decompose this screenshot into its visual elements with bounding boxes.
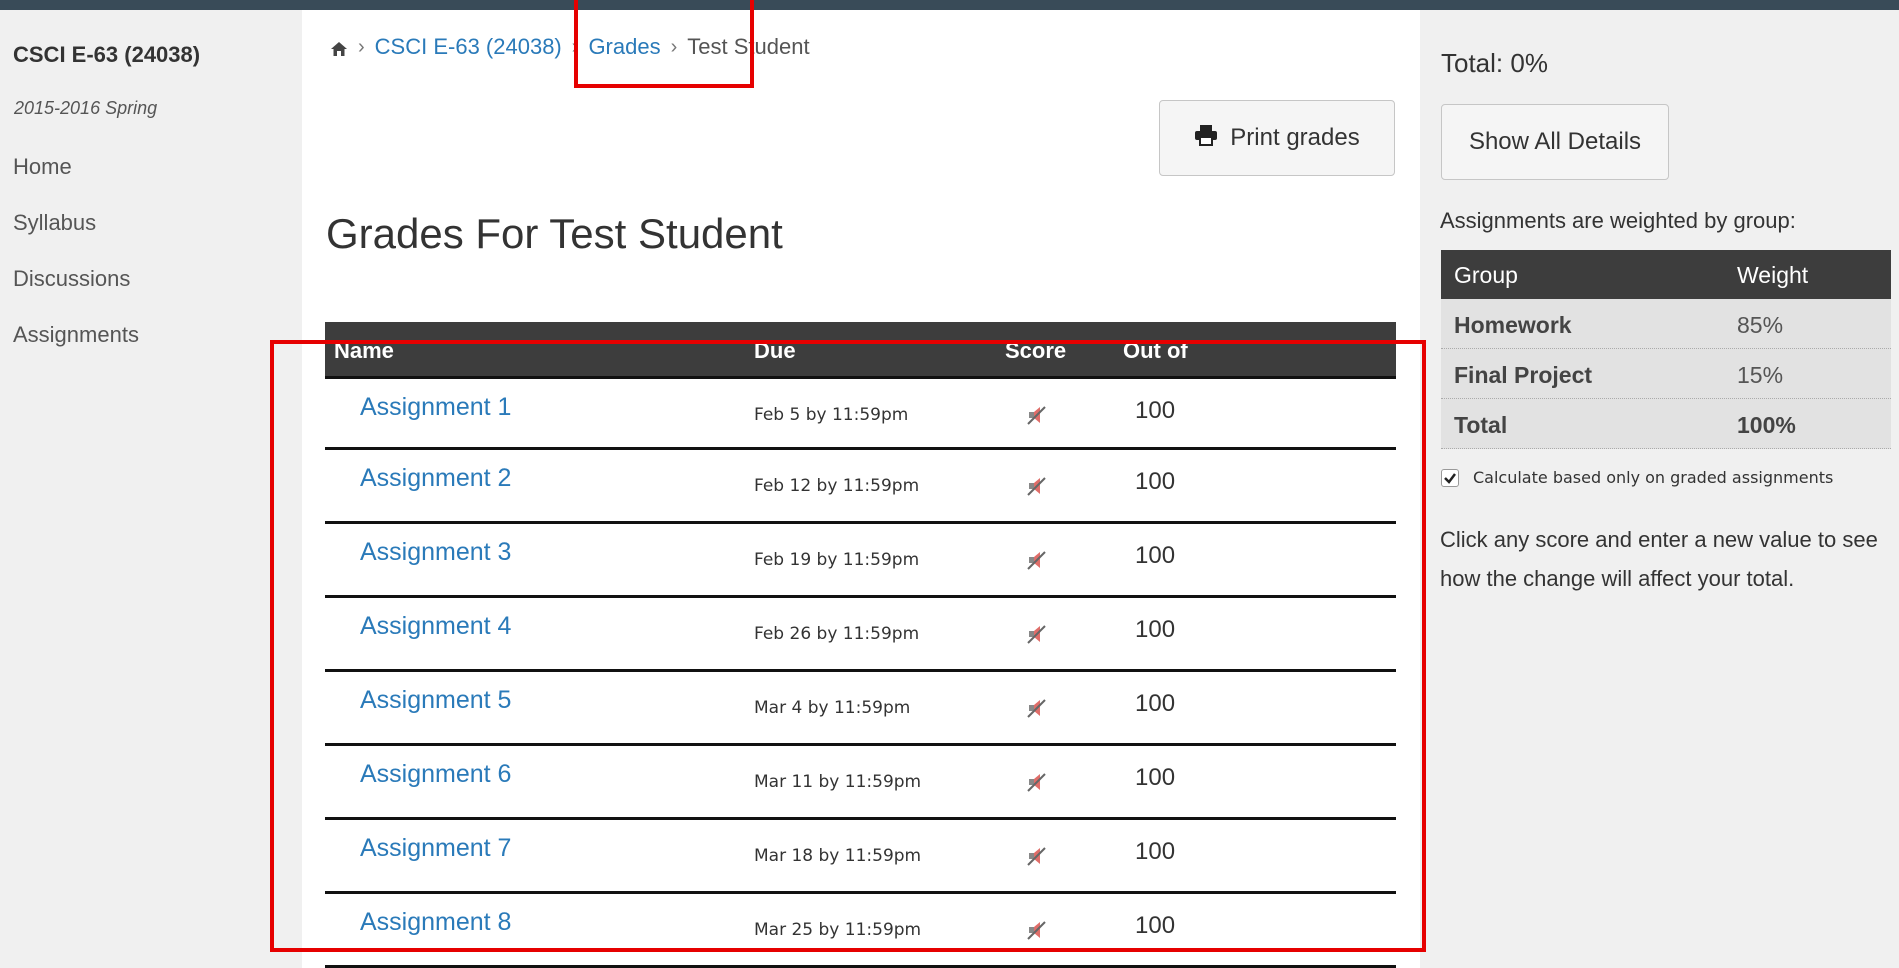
nav-item-discussions[interactable]: Discussions [13, 266, 130, 292]
points-possible: 100 [1135, 912, 1176, 939]
muted-icon[interactable] [1025, 622, 1049, 646]
assignment-link[interactable]: Assignment 6 [360, 760, 511, 789]
nav-item-home[interactable]: Home [13, 154, 72, 180]
breadcrumb-grades-link[interactable]: Grades [588, 34, 660, 60]
weight-value: 100% [1737, 412, 1796, 438]
due-date: Mar 11 by 11:59pm [754, 772, 922, 792]
due-date: Mar 4 by 11:59pm [754, 698, 911, 718]
weight-row-homework: Homework 85% [1441, 299, 1891, 349]
due-date: Mar 25 by 11:59pm [754, 920, 922, 940]
points-possible: 100 [1135, 616, 1176, 643]
assignment-link[interactable]: Assignment 8 [360, 908, 511, 937]
weight-group: Homework [1454, 312, 1572, 338]
table-row: Assignment 1 Feb 5 by 11:59pm 100 [325, 376, 1396, 450]
grades-table-header: Name Due Score Out of [325, 322, 1396, 376]
points-possible: 100 [1135, 468, 1176, 495]
nav-item-assignments[interactable]: Assignments [13, 322, 139, 348]
weight-group: Total [1454, 412, 1508, 438]
weight-header-weight: Weight [1737, 262, 1809, 288]
show-all-details-button[interactable]: Show All Details [1441, 104, 1669, 180]
muted-icon[interactable] [1025, 548, 1049, 572]
calculate-graded-only-checkbox[interactable] [1441, 468, 1459, 487]
weight-note: Assignments are weighted by group: [1440, 208, 1796, 233]
points-possible: 100 [1135, 690, 1176, 717]
weight-value: 85% [1737, 312, 1784, 338]
due-date: Feb 19 by 11:59pm [754, 550, 920, 570]
home-icon[interactable] [330, 38, 348, 56]
table-row: Assignment 5 Mar 4 by 11:59pm 100 [325, 672, 1396, 746]
breadcrumb-separator: › [358, 35, 365, 58]
muted-icon[interactable] [1025, 403, 1049, 427]
table-row: Assignment 6 Mar 11 by 11:59pm 100 [325, 746, 1396, 820]
breadcrumb-course-link[interactable]: CSCI E-63 (24038) [375, 34, 562, 60]
assignment-link[interactable]: Assignment 2 [360, 464, 511, 493]
checkmark-icon [1444, 472, 1456, 484]
points-possible: 100 [1135, 838, 1176, 865]
due-date: Mar 18 by 11:59pm [754, 846, 922, 866]
column-header-due[interactable]: Due [754, 338, 796, 364]
what-if-help-text: Click any score and enter a new value to… [1440, 527, 1878, 591]
nav-item-syllabus[interactable]: Syllabus [13, 210, 96, 236]
weight-header-group: Group [1454, 262, 1518, 288]
assignment-link[interactable]: Assignment 7 [360, 834, 511, 863]
breadcrumb: › CSCI E-63 (24038) › Grades › Test Stud… [330, 34, 810, 60]
weight-row-total: Total 100% [1441, 399, 1891, 449]
due-date: Feb 5 by 11:59pm [754, 405, 909, 425]
muted-icon[interactable] [1025, 474, 1049, 498]
course-title[interactable]: CSCI E-63 (24038) [13, 42, 200, 68]
points-possible: 100 [1135, 764, 1176, 791]
table-row: Assignment 4 Feb 26 by 11:59pm 100 [325, 598, 1396, 672]
muted-icon[interactable] [1025, 770, 1049, 794]
print-grades-button[interactable]: Print grades [1159, 100, 1395, 176]
points-possible: 100 [1135, 397, 1176, 424]
weight-table: Group Weight Homework 85% Final Project … [1441, 250, 1891, 449]
page-title: Grades For Test Student [326, 210, 783, 257]
calculate-graded-only-label[interactable]: Calculate based only on graded assignmen… [1473, 468, 1833, 487]
breadcrumb-separator: › [571, 35, 579, 58]
column-header-name[interactable]: Name [334, 338, 394, 364]
printer-icon [1194, 124, 1218, 153]
column-header-out-of[interactable]: Out of [1123, 338, 1188, 364]
table-row: Assignment 7 Mar 18 by 11:59pm 100 [325, 820, 1396, 894]
total-grade: Total: 0% [1441, 48, 1548, 78]
print-grades-label: Print grades [1230, 124, 1360, 151]
assignment-link[interactable]: Assignment 3 [360, 538, 511, 567]
column-header-score[interactable]: Score [1005, 338, 1066, 364]
assignment-link[interactable]: Assignment 4 [360, 612, 511, 641]
due-date: Feb 26 by 11:59pm [754, 624, 920, 644]
top-bar [0, 0, 1899, 10]
breadcrumb-separator: › [670, 35, 678, 58]
weight-row-final-project: Final Project 15% [1441, 349, 1891, 399]
table-row: Assignment 8 Mar 25 by 11:59pm 100 [325, 894, 1396, 968]
muted-icon[interactable] [1025, 696, 1049, 720]
course-term: 2015-2016 Spring [14, 98, 158, 118]
muted-icon[interactable] [1025, 918, 1049, 942]
table-row: Assignment 3 Feb 19 by 11:59pm 100 [325, 524, 1396, 598]
assignment-link[interactable]: Assignment 5 [360, 686, 511, 715]
breadcrumb-current: Test Student [687, 34, 810, 59]
points-possible: 100 [1135, 542, 1176, 569]
weight-table-header: Group Weight [1441, 250, 1891, 299]
weight-value: 15% [1737, 362, 1784, 388]
table-row: Assignment 2 Feb 12 by 11:59pm 100 [325, 450, 1396, 524]
due-date: Feb 12 by 11:59pm [754, 476, 920, 496]
grades-table: Name Due Score Out of Assignment 1 Feb 5 … [325, 322, 1396, 968]
weight-group: Final Project [1454, 362, 1593, 388]
assignment-link[interactable]: Assignment 1 [360, 393, 511, 422]
muted-icon[interactable] [1025, 844, 1049, 868]
calculate-option: Calculate based only on graded assignmen… [1441, 468, 1833, 487]
